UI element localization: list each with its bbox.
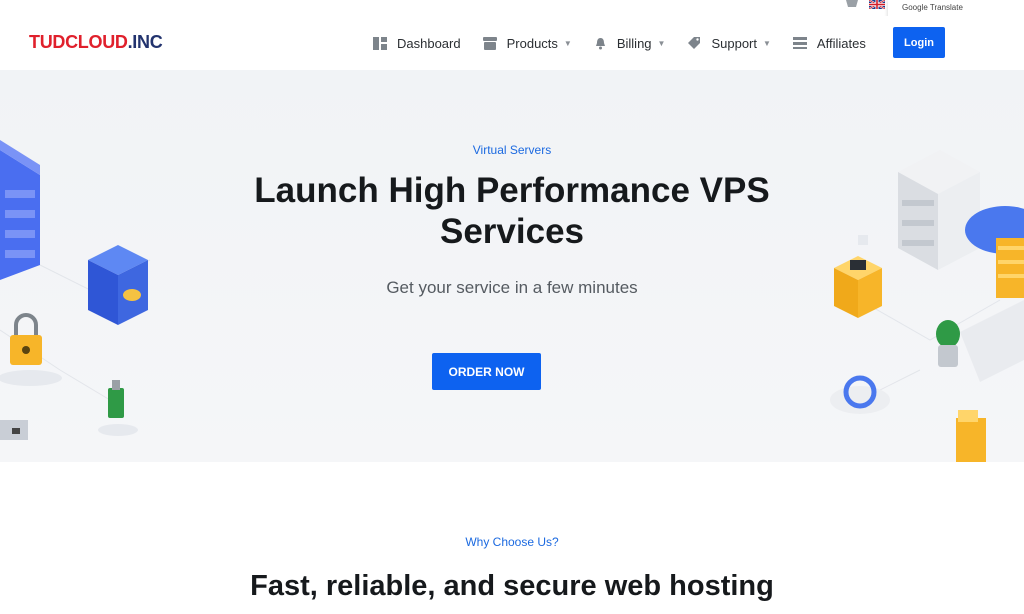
nav-item-support[interactable]: Support ▼	[687, 35, 771, 51]
chevron-down-icon: ▼	[657, 38, 666, 48]
login-button[interactable]: Login	[893, 27, 945, 58]
why-title: Fast, reliable, and secure web hosting	[250, 570, 774, 602]
chevron-down-icon: ▼	[763, 38, 771, 48]
logo-suffix: .INC	[127, 32, 163, 52]
uk-flag-icon[interactable]	[869, 0, 885, 9]
hero-title: Launch High Performance VPS Services	[254, 171, 770, 251]
why-eyebrow: Why Choose Us?	[465, 535, 559, 549]
main-nav: Dashboard Products ▼ Billing ▼ Support ▼…	[373, 32, 888, 54]
nav-label: Affiliates	[816, 35, 866, 51]
nav-item-products[interactable]: Products ▼	[482, 35, 572, 51]
hero-section: Virtual Servers Launch High Performance …	[0, 70, 1024, 462]
dashboard-icon	[373, 36, 387, 50]
nav-label: Billing	[616, 35, 652, 51]
nav-item-dashboard[interactable]: Dashboard	[373, 36, 461, 51]
servers-illustration-left	[0, 140, 151, 440]
tag-icon	[688, 36, 701, 49]
nav-label: Dashboard	[397, 35, 461, 51]
nav-item-billing[interactable]: Billing ▼	[594, 35, 666, 51]
bell-icon	[595, 37, 605, 49]
site-header: TUDCLOUD.INC Dashboard Products ▼ Billin…	[0, 16, 1024, 71]
nav-item-affiliates[interactable]: Affiliates	[792, 35, 866, 51]
order-now-button[interactable]: ORDER NOW	[432, 353, 541, 390]
site-logo[interactable]: TUDCLOUD.INC	[29, 32, 163, 53]
nav-label: Products	[506, 35, 558, 51]
logo-text: TUDCLOUD	[29, 32, 128, 52]
list-icon	[792, 37, 807, 49]
nav-label: Support	[711, 35, 757, 51]
box-icon	[482, 36, 497, 50]
translate-label: Google Translate	[902, 3, 963, 12]
cart-icon[interactable]	[845, 0, 859, 9]
servers-illustration-right	[830, 150, 1024, 462]
utility-bar: Google Translate	[0, 0, 1024, 22]
chevron-down-icon: ▼	[563, 38, 572, 48]
